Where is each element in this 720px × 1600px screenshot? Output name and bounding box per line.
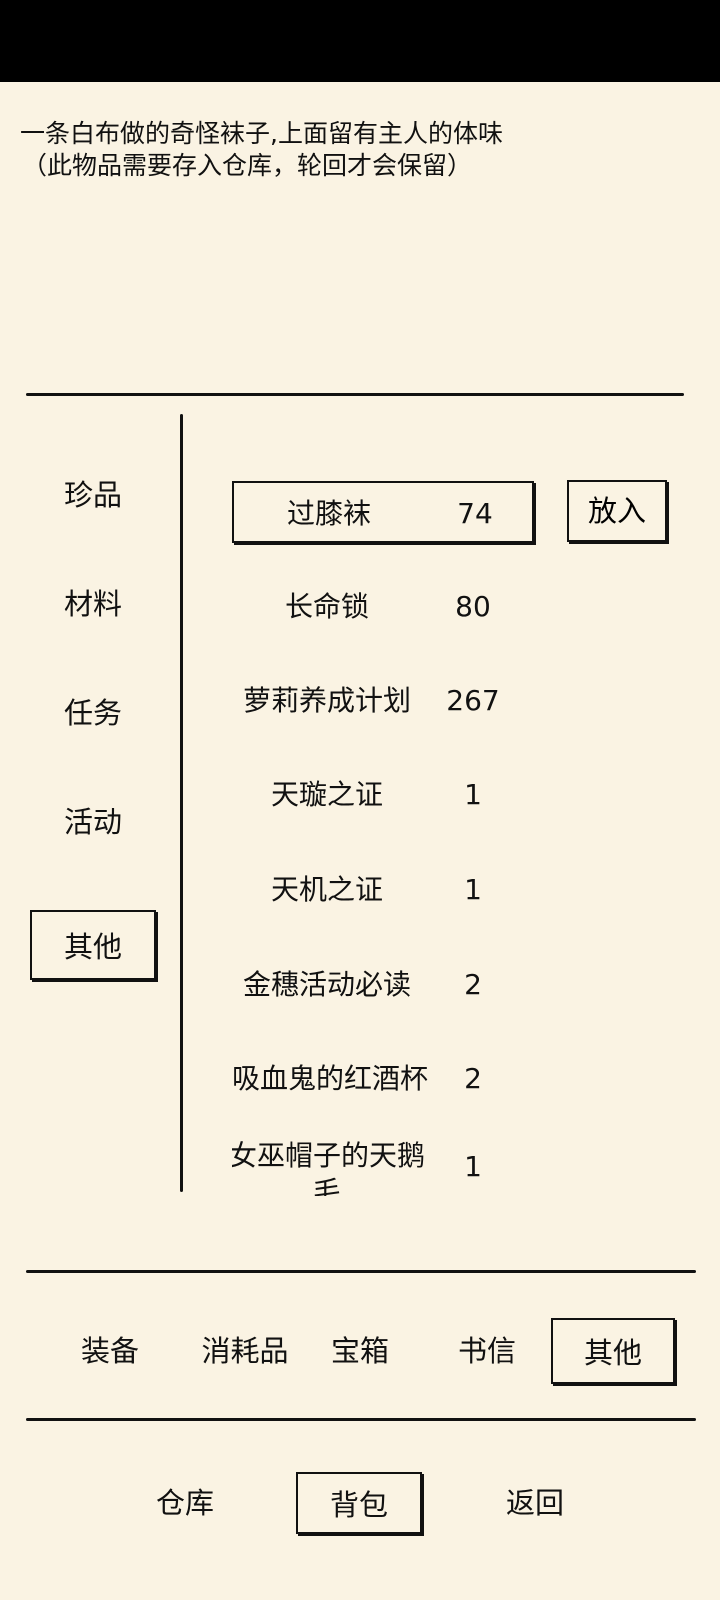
category-treasure[interactable]: 珍品 — [30, 460, 156, 530]
item-name: 过膝袜 — [286, 497, 371, 530]
item-row[interactable]: 吸血鬼的红酒杯 2 — [232, 1048, 534, 1110]
category-other[interactable]: 其他 — [30, 910, 156, 980]
middle-divider — [26, 1270, 696, 1273]
item-name: 女巫帽子的天鹅毛 — [232, 1139, 425, 1196]
category-materials[interactable]: 材料 — [30, 569, 156, 639]
item-row[interactable]: 长命锁 80 — [232, 576, 534, 638]
nav-warehouse[interactable]: 仓库 — [140, 1472, 230, 1534]
item-name: 金穗活动必读 — [242, 968, 411, 1001]
description-text: 一条白布做的奇怪袜子,上面留有主人的体味 — [20, 119, 503, 148]
item-name: 吸血鬼的红酒杯 — [232, 1062, 429, 1095]
column-divider — [180, 414, 183, 1192]
description-note: （此物品需要存入仓库，轮回才会保留） — [22, 151, 473, 180]
category-event[interactable]: 活动 — [30, 787, 156, 857]
item-row[interactable]: 金穗活动必读 2 — [232, 954, 534, 1016]
item-name: 长命锁 — [284, 590, 369, 623]
category-quest[interactable]: 任务 — [30, 678, 156, 748]
item-count: 1 — [464, 873, 482, 906]
item-row[interactable]: 天机之证 1 — [232, 859, 534, 921]
tab-other[interactable]: 其他 — [551, 1318, 675, 1384]
item-row[interactable]: 过膝袜 74 — [232, 481, 534, 543]
item-name: 萝莉养成计划 — [242, 684, 411, 717]
put-in-button[interactable]: 放入 — [567, 480, 667, 542]
item-description: 一条白布做的奇怪袜子,上面留有主人的体味 （此物品需要存入仓库，轮回才会保留） — [20, 118, 700, 182]
item-count: 1 — [464, 778, 482, 811]
item-count: 2 — [464, 1062, 482, 1095]
item-row[interactable]: 女巫帽子的天鹅毛 1 — [232, 1138, 534, 1196]
nav-backpack[interactable]: 背包 — [296, 1472, 422, 1534]
tab-consumables[interactable]: 消耗品 — [180, 1318, 310, 1384]
tab-chests[interactable]: 宝箱 — [320, 1318, 400, 1384]
item-count: 74 — [457, 497, 493, 530]
item-count: 1 — [464, 1150, 482, 1183]
item-name: 天璇之证 — [270, 778, 383, 811]
item-name: 天机之证 — [270, 873, 383, 906]
status-bar — [0, 0, 720, 82]
item-count: 80 — [455, 590, 491, 623]
item-count: 267 — [446, 684, 500, 717]
item-row[interactable]: 天璇之证 1 — [232, 764, 534, 826]
tab-letters[interactable]: 书信 — [447, 1318, 527, 1384]
tab-equipment[interactable]: 装备 — [60, 1318, 160, 1384]
top-divider — [26, 393, 684, 396]
nav-back[interactable]: 返回 — [490, 1472, 580, 1534]
bottom-divider — [26, 1418, 696, 1421]
item-row[interactable]: 萝莉养成计划 267 — [232, 670, 534, 732]
item-count: 2 — [464, 968, 482, 1001]
